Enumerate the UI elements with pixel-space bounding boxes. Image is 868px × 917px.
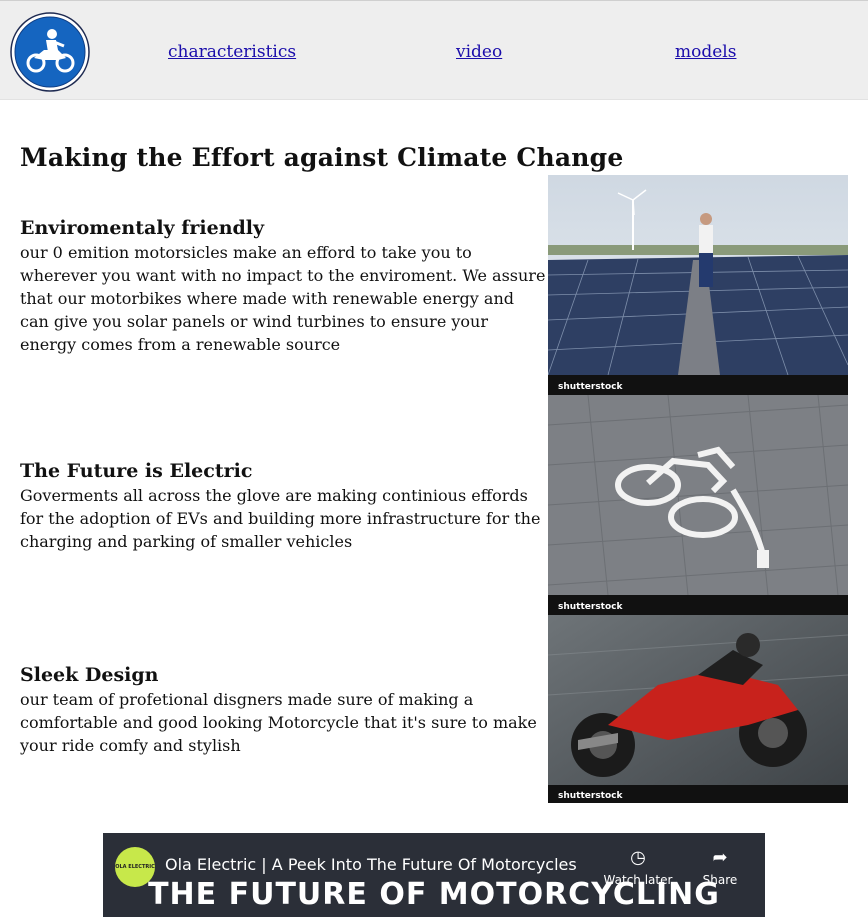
section-future-electric: The Future is Electric Goverments all ac… [20, 458, 546, 553]
watch-later-button[interactable]: ◷ Watch later [603, 847, 673, 887]
navbar: characteristics video models [0, 0, 868, 100]
video-embed[interactable]: OLA ELECTRIC Ola Electric | A Peek Into … [103, 833, 765, 917]
electric-bike-parking-image: shutterstock [548, 395, 848, 615]
section-heading: Enviromentaly friendly [20, 217, 265, 239]
section-sleek-design: Sleek Design our team of profetional dis… [20, 662, 546, 757]
sport-motorcycle-image: shutterstock [548, 615, 848, 803]
section-text: our team of profetional disgners made su… [20, 690, 537, 755]
solar-panels-image: shutterstock [548, 175, 848, 395]
share-button[interactable]: ➦ Share [685, 847, 755, 887]
page-title: Making the Effort against Climate Change [20, 143, 624, 172]
share-label: Share [702, 873, 738, 887]
nav-link-models[interactable]: models [675, 42, 736, 62]
image-watermark: shutterstock [558, 382, 623, 392]
section-heading: Sleek Design [20, 664, 159, 686]
image-watermark: shutterstock [558, 791, 623, 801]
section-text: our 0 emition motorsicles make an efford… [20, 243, 546, 354]
image-watermark: shutterstock [558, 602, 623, 612]
nav-link-video[interactable]: video [456, 42, 502, 62]
motorcycle-logo-icon[interactable] [10, 12, 90, 92]
watch-later-label: Watch later [603, 873, 673, 887]
section-environmentally-friendly: Enviromentaly friendly our 0 emition mot… [20, 215, 546, 356]
section-heading: The Future is Electric [20, 460, 253, 482]
section-text: Goverments all across the glove are maki… [20, 486, 541, 551]
video-title[interactable]: Ola Electric | A Peek Into The Future Of… [165, 855, 577, 874]
clock-icon: ◷ [630, 847, 646, 868]
share-icon: ➦ [712, 847, 728, 868]
nav-link-characteristics[interactable]: characteristics [168, 42, 296, 62]
